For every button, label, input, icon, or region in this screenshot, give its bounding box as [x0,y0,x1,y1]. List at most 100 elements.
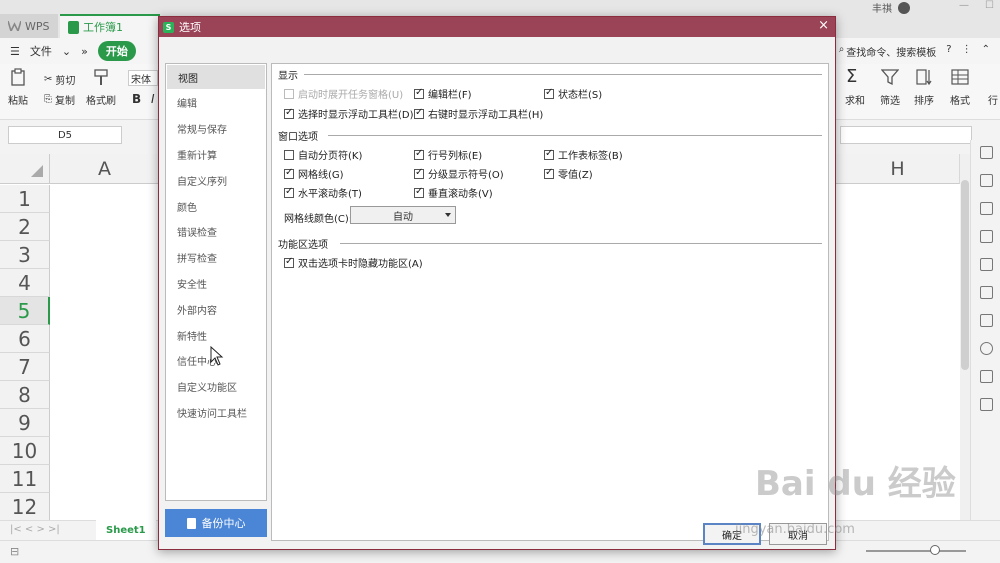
tools-icon[interactable] [980,398,993,411]
properties-icon[interactable] [980,230,993,243]
option-formula-bar[interactable]: 编辑栏(F) [414,86,472,101]
help-circle-icon[interactable] [980,370,993,383]
row-number: 5 [17,298,31,323]
column-header-h[interactable]: H [836,154,960,184]
column-header-a[interactable]: A [50,154,160,184]
nav-item-recalculate[interactable]: 重新计算 [166,142,266,168]
nav-item-general-save[interactable]: 常规与保存 [166,116,266,142]
option-label: 分级显示符号(O) [428,170,504,181]
option-horizontal-scrollbar[interactable]: 水平滚动条(T) [284,185,362,200]
row-header[interactable]: 2 [0,213,50,241]
section-divider [328,135,822,136]
nav-item-new-features[interactable]: 新特性 [166,322,266,348]
minimize-icon[interactable]: — [959,0,969,11]
row-header[interactable]: 9 [0,409,50,437]
option-zero-values[interactable]: 零值(Z) [544,166,593,181]
tab-workbook[interactable]: 工作簿1 [60,14,160,38]
option-expand-taskpane[interactable]: 启动时展开任务窗格(U) [284,86,403,101]
first-sheet-icon[interactable]: |< < > >| [10,524,60,535]
bold-button[interactable]: B [132,92,141,106]
history-icon[interactable] [980,342,993,355]
backup-center-button[interactable]: 备份中心 [165,509,267,537]
row-number: 3 [18,242,31,267]
shapes-icon[interactable] [980,174,993,187]
row-header[interactable]: 10 [0,437,50,465]
maximize-icon[interactable]: ☐ [985,0,994,11]
row-header[interactable]: 7 [0,353,50,381]
nav-item-quick-access[interactable]: 快速访问工具栏 [166,400,266,426]
filter-button[interactable]: 筛选 [880,68,900,107]
nav-item-color[interactable]: 颜色 [166,193,266,219]
row-header[interactable]: 3 [0,241,50,269]
row-header[interactable]: 8 [0,381,50,409]
zoom-slider[interactable] [866,550,966,552]
status-icon[interactable]: ⊟ [10,545,19,558]
row-header[interactable]: 11 [0,465,50,493]
row-header[interactable]: 1 [0,185,50,213]
menu-start[interactable]: 开始 [97,41,136,61]
option-outline-symbols[interactable]: 分级显示符号(O) [414,166,504,181]
dialog-titlebar[interactable]: S 选项 × [159,17,835,37]
chat-icon[interactable] [980,202,993,215]
nav-item-error-check[interactable]: 错误检查 [166,219,266,245]
copy-label: 复制 [55,96,75,107]
tab-workbook-label: 工作簿1 [83,21,123,34]
formula-input[interactable] [840,126,972,144]
option-label: 状态栏(S) [558,90,603,101]
option-hide-ribbon-dblclick[interactable]: 双击选项卡时隐藏功能区(A) [284,255,423,270]
option-auto-page-break[interactable]: 自动分页符(K) [284,147,362,162]
rowcol-button[interactable]: 行 [984,68,1000,107]
option-sheet-tabs[interactable]: 工作表标签(B) [544,147,623,162]
name-box[interactable]: D5 [8,126,122,144]
row-header[interactable]: 6 [0,325,50,353]
copy-button[interactable]: ⎘ 复制 [44,92,75,107]
nav-item-view[interactable]: 视图 [167,65,265,89]
row-header[interactable]: 12 [0,493,50,521]
more-menu-icon[interactable]: ⋮ [962,44,972,59]
user-account[interactable]: 丰祺 [872,0,910,15]
command-search[interactable]: ⌕ 查找命令、搜索模板 ? ⋮ ⌃ [839,44,990,59]
option-float-toolbar-select[interactable]: 选择时显示浮动工具栏(D) [284,106,414,121]
sheet-tab-sheet1[interactable]: Sheet1 [96,520,156,540]
row-number: 6 [18,326,31,351]
row-header-active[interactable]: 5 [0,297,50,325]
italic-button[interactable]: I [151,92,155,106]
cut-button[interactable]: ✂ 剪切 [44,72,75,87]
option-label: 双击选项卡时隐藏功能区(A) [298,259,423,270]
sum-button[interactable]: Σ 求和 [845,68,865,108]
nav-item-customize-ribbon[interactable]: 自定义功能区 [166,374,266,400]
option-row-col-headers[interactable]: 行号列标(E) [414,147,482,162]
nav-item-spell-check[interactable]: 拼写检查 [166,245,266,271]
paste-button[interactable]: 粘贴 [8,68,28,107]
cursor-tool-icon[interactable] [980,146,993,159]
option-vertical-scrollbar[interactable]: 垂直滚动条(V) [414,185,493,200]
rowcol-label: 行 [988,96,998,107]
close-icon[interactable]: × [818,18,829,33]
format-button[interactable]: 格式 [950,68,970,107]
option-gridlines[interactable]: 网格线(G) [284,166,344,181]
menu-file[interactable]: 文件 [30,43,52,59]
sort-button[interactable]: 排序 [914,68,934,107]
archive-icon[interactable] [980,286,993,299]
font-select[interactable]: 宋体 [128,70,158,86]
gridline-color-select[interactable]: 自动 [350,206,456,224]
nav-item-edit[interactable]: 编辑 [166,90,266,116]
row-header[interactable]: 4 [0,269,50,297]
tab-wps[interactable]: WPS [0,14,58,38]
share-icon[interactable] [980,314,993,327]
more-icon[interactable]: » [81,45,88,58]
zoom-handle[interactable] [930,545,940,555]
star-icon[interactable] [980,258,993,271]
collapse-icon[interactable]: ⌃ [982,44,990,59]
format-painter-button[interactable]: 格式刷 [86,68,116,107]
option-status-bar[interactable]: 状态栏(S) [544,86,602,101]
help-icon[interactable]: ? [946,44,951,59]
option-float-toolbar-rightclick[interactable]: 右键时显示浮动工具栏(H) [414,106,543,121]
nav-item-external-content[interactable]: 外部内容 [166,296,266,322]
scroll-thumb[interactable] [961,180,969,370]
nav-item-custom-lists[interactable]: 自定义序列 [166,167,266,193]
nav-item-security[interactable]: 安全性 [166,271,266,297]
hamburger-icon[interactable]: ☰ [10,45,20,58]
checkbox [284,149,294,160]
select-all-corner[interactable] [0,154,50,184]
